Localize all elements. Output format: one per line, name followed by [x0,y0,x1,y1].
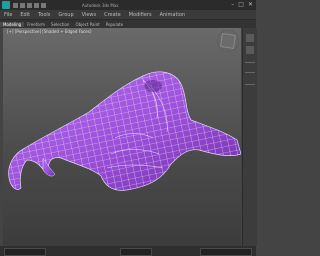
quick-access-toolbar [13,2,46,8]
menu-modifiers[interactable]: Modifiers [125,12,156,18]
save-file-icon[interactable] [27,2,32,8]
tab-populate[interactable]: Populate [103,22,126,27]
maximize-button[interactable]: □ [238,1,244,9]
app-logo-icon[interactable] [2,1,10,9]
open-file-icon[interactable] [20,2,25,8]
tab-object-paint[interactable]: Object Paint [72,22,102,27]
redo-icon[interactable] [41,2,46,8]
panel-divider [245,84,255,85]
menu-bar: File Edit Tools Group Views Create Modif… [0,10,256,19]
close-button[interactable]: ✕ [248,1,253,9]
ribbon-tabs: Modeling Freeform Selection Object Paint… [0,19,256,28]
menu-animation[interactable]: Animation [156,12,190,18]
mesh-body[interactable] [3,58,241,208]
menu-file[interactable]: File [0,12,16,18]
menu-create[interactable]: Create [100,12,125,18]
coordinate-field[interactable] [120,248,152,256]
panel-divider [245,72,255,73]
maxscript-listener-field[interactable] [4,248,46,256]
tab-freeform[interactable]: Freeform [24,22,48,27]
neck-hole [144,80,162,92]
status-bar [0,246,256,256]
menu-edit[interactable]: Edit [16,12,34,18]
minimize-button[interactable]: – [231,1,234,9]
torso-mesh-model[interactable] [3,28,241,246]
animation-controls[interactable] [200,248,252,256]
menu-group[interactable]: Group [54,12,77,18]
undo-icon[interactable] [34,2,39,8]
modify-tab-icon[interactable] [246,46,254,54]
perspective-viewport[interactable]: [+] [Perspective] [Shaded + Edged Faces] [3,28,241,246]
panel-divider [245,62,255,63]
menu-tools[interactable]: Tools [34,12,54,18]
command-panel [242,28,257,246]
tab-modeling[interactable]: Modeling [0,21,25,27]
create-tab-icon[interactable] [246,34,254,42]
new-file-icon[interactable] [13,2,18,8]
tab-selection[interactable]: Selection [48,22,72,27]
menu-views[interactable]: Views [78,12,100,18]
window-title: Autodesk 3ds Max [82,2,119,8]
title-bar: Autodesk 3ds Max – □ ✕ [0,0,256,10]
